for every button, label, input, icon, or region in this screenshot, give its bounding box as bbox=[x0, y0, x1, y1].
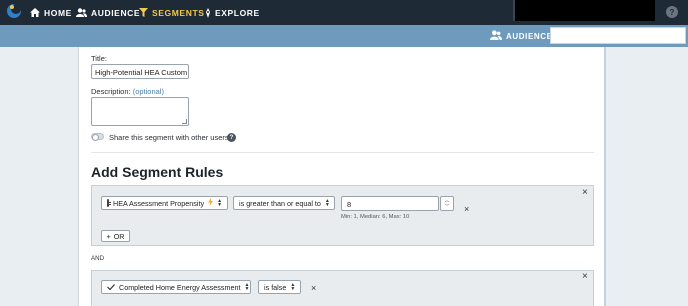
rule1-remove-icon[interactable]: × bbox=[464, 204, 469, 214]
rules-heading: Add Segment Rules bbox=[91, 164, 224, 180]
rule-group-1-close-icon[interactable]: × bbox=[582, 188, 588, 198]
audience-icon bbox=[490, 30, 502, 42]
audience-label-text: AUDIENCE: bbox=[506, 31, 556, 41]
select-arrows-icon: ▲ ▼ bbox=[290, 282, 296, 292]
audience-selector-label: AUDIENCE: bbox=[490, 26, 556, 46]
rule1-value-stepper[interactable]: ︿ ﹀ bbox=[440, 196, 454, 211]
description-textarea[interactable] bbox=[91, 97, 189, 126]
audience-select[interactable] bbox=[550, 27, 686, 44]
description-label: Description: (optional) bbox=[91, 87, 164, 96]
rule2-field-label: Completed Home Energy Assessment bbox=[119, 282, 241, 292]
document-icon bbox=[107, 199, 111, 207]
home-icon bbox=[30, 8, 40, 17]
check-icon bbox=[107, 283, 115, 292]
title-label: Title: bbox=[91, 54, 107, 63]
share-help-icon[interactable]: ? bbox=[227, 133, 236, 142]
rule2-operator-label: is false bbox=[264, 282, 287, 292]
nav-explore-label: EXPLORE bbox=[215, 7, 260, 18]
explore-icon bbox=[205, 7, 211, 18]
nav-home-label: HOME bbox=[44, 7, 72, 18]
nav-segments-label: SEGMENTS bbox=[152, 7, 205, 18]
share-toggle[interactable] bbox=[91, 133, 104, 141]
audience-icon bbox=[76, 8, 87, 17]
rule1-field-select[interactable]: HEA Assessment Propensity ▲ ▼ bbox=[101, 196, 228, 210]
description-label-text: Description: bbox=[91, 87, 131, 96]
share-label: Share this segment with other users bbox=[109, 133, 229, 142]
description-optional: (optional) bbox=[132, 87, 164, 96]
nav-explore[interactable]: EXPLORE bbox=[205, 0, 260, 25]
select-arrows-icon: ▲ ▼ bbox=[244, 282, 250, 292]
stepper-down-icon[interactable]: ﹀ bbox=[444, 204, 449, 210]
select-arrows-icon: ▲ ▼ bbox=[217, 198, 223, 208]
nav-account-area[interactable] bbox=[513, 0, 655, 21]
rule2-field-select[interactable]: Completed Home Energy Assessment ▲ ▼ bbox=[101, 280, 251, 294]
help-icon[interactable]: ? bbox=[666, 6, 678, 18]
bolt-icon bbox=[208, 198, 214, 208]
nav-home[interactable]: HOME bbox=[30, 0, 72, 25]
rule1-operator-label: is greater than or equal to bbox=[239, 198, 321, 208]
and-connector: AND bbox=[91, 255, 105, 262]
rule1-operator-select[interactable]: is greater than or equal to ▲ ▼ bbox=[233, 196, 335, 210]
section-divider bbox=[91, 152, 594, 153]
nav-audience[interactable]: AUDIENCE bbox=[76, 0, 140, 25]
resize-handle-icon[interactable] bbox=[182, 119, 187, 124]
rule1-field-label: HEA Assessment Propensity bbox=[113, 198, 205, 208]
rule1-value-hint: Min: 1, Median: 6, Max: 10 bbox=[341, 214, 410, 220]
nav-segments[interactable]: SEGMENTS bbox=[139, 0, 205, 25]
add-or-label: OR bbox=[113, 231, 125, 241]
rule2-remove-icon[interactable]: × bbox=[311, 283, 316, 293]
rule1-value-input[interactable]: 8 bbox=[341, 196, 439, 211]
filter-icon bbox=[139, 8, 148, 17]
plus-icon: + bbox=[106, 231, 111, 241]
rule2-operator-select[interactable]: is false ▲ ▼ bbox=[258, 280, 301, 294]
app-logo-icon[interactable] bbox=[6, 3, 22, 19]
title-input[interactable]: High-Potential HEA Custom bbox=[91, 64, 189, 79]
nav-audience-label: AUDIENCE bbox=[91, 7, 141, 18]
rule-group-2-close-icon[interactable]: × bbox=[582, 272, 588, 282]
select-arrows-icon: ▲ ▼ bbox=[324, 198, 330, 208]
add-or-button[interactable]: + OR bbox=[101, 230, 130, 242]
